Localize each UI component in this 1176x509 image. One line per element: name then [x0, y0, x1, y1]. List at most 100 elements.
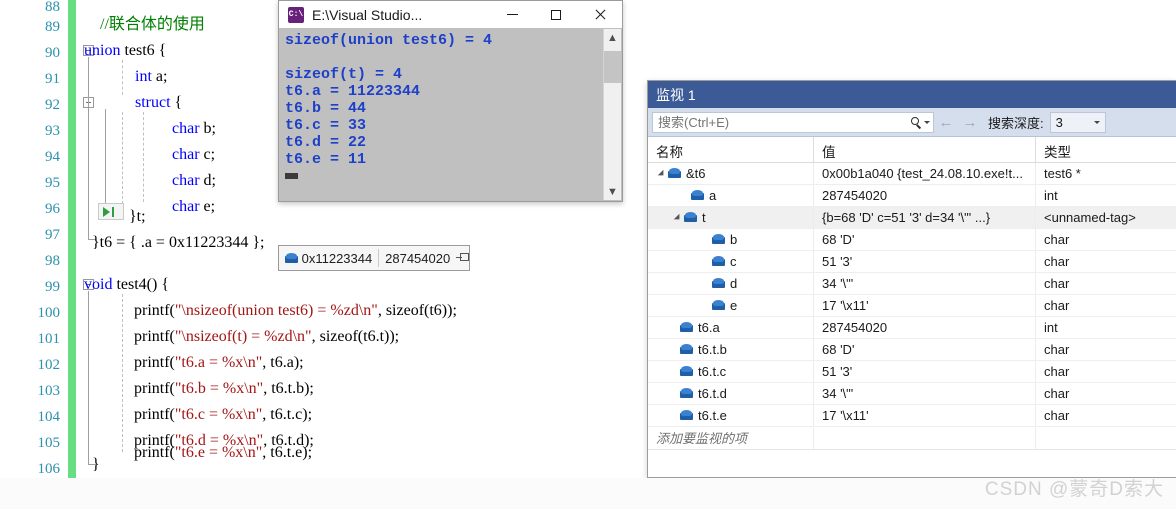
- watch-row-name-cell[interactable]: t6.t.d: [648, 383, 814, 404]
- pin-icon[interactable]: [456, 252, 469, 264]
- code-line-105[interactable]: printf("t6.c = %x\n", t6.t.c);: [134, 402, 312, 428]
- code-line-94[interactable]: char c;: [172, 142, 215, 168]
- console-output[interactable]: sizeof(union test6) = 4 sizeof(t) = 4 t6…: [279, 28, 622, 201]
- watch-row-name-cell[interactable]: a: [648, 185, 814, 206]
- code-line-101[interactable]: printf("\nsizeof(union test6) = %zd\n", …: [134, 298, 457, 324]
- minimize-button[interactable]: [490, 1, 534, 28]
- debugger-datatip[interactable]: 0x11223344 287454020: [278, 245, 470, 271]
- watch-toolbar[interactable]: ← → 搜索深度: 3: [648, 108, 1176, 137]
- column-header-value[interactable]: 值: [814, 137, 1036, 162]
- watch-row-name-cell[interactable]: c: [648, 251, 814, 272]
- variable-cube-icon: [680, 366, 693, 377]
- watch-add-item-value[interactable]: [814, 428, 1036, 449]
- console-output-line: t6.c = 33: [285, 117, 622, 134]
- search-next-button[interactable]: →: [958, 114, 982, 131]
- table-row[interactable]: b 68 'D' char: [648, 229, 1176, 251]
- table-row[interactable]: t6.t.b 68 'D' char: [648, 339, 1176, 361]
- console-titlebar[interactable]: C:\ E:\Visual Studio...: [279, 1, 622, 29]
- code-line-108[interactable]: }: [92, 452, 100, 478]
- watch-row-value[interactable]: 34 '\"': [814, 273, 1036, 294]
- watch-row-name-cell[interactable]: t6.a: [648, 317, 814, 338]
- column-header-type[interactable]: 类型: [1036, 137, 1176, 162]
- console-window[interactable]: C:\ E:\Visual Studio... sizeof(union tes…: [278, 0, 623, 202]
- scroll-up-icon[interactable]: ▲: [604, 29, 621, 46]
- comment-token: //联合体的使用: [100, 16, 205, 33]
- table-row[interactable]: e 17 '\x11' char: [648, 295, 1176, 317]
- watch-row-value[interactable]: 68 'D': [814, 339, 1036, 360]
- variable-cube-icon: [712, 300, 725, 311]
- watch-row-value[interactable]: 17 '\x11': [814, 295, 1036, 316]
- search-input[interactable]: [653, 112, 907, 133]
- expander-icon[interactable]: [672, 207, 684, 228]
- table-row[interactable]: d 34 '\"' char: [648, 273, 1176, 295]
- scroll-down-icon[interactable]: ▼: [604, 183, 621, 200]
- table-row[interactable]: a 287454020 int: [648, 185, 1176, 207]
- watch-row-name: e: [730, 298, 737, 313]
- code-line-91[interactable]: int a;: [135, 64, 167, 90]
- watch-row-value[interactable]: 68 'D': [814, 229, 1036, 250]
- code-line-98[interactable]: }t6 = { .a = 0x11223344 };: [92, 230, 264, 256]
- code-line-93[interactable]: char b;: [172, 116, 216, 142]
- table-row[interactable]: c 51 '3' char: [648, 251, 1176, 273]
- indent-guide-4: [122, 294, 123, 452]
- search-depth-select[interactable]: 3: [1050, 112, 1106, 133]
- search-box[interactable]: [652, 112, 934, 133]
- watch-window-titlebar[interactable]: 监视 1: [648, 81, 1176, 108]
- watch-row-name-cell[interactable]: b: [648, 229, 814, 250]
- code-line-104[interactable]: printf("t6.b = %x\n", t6.t.b);: [134, 376, 314, 402]
- search-icon[interactable]: [911, 117, 922, 128]
- close-button[interactable]: [578, 1, 622, 28]
- call-printf: printf: [134, 406, 170, 423]
- watch-row-name-cell[interactable]: &t6: [648, 163, 814, 184]
- watch-row-value[interactable]: 51 '3': [814, 251, 1036, 272]
- watch-row-value[interactable]: 0x00b1a040 {test_24.08.10.exe!t...: [814, 163, 1036, 184]
- watch-add-item-row[interactable]: 添加要监视的项: [648, 427, 1176, 450]
- search-prev-button[interactable]: ←: [934, 114, 958, 131]
- code-line-90[interactable]: union test6 {: [84, 38, 166, 64]
- chevron-down-icon[interactable]: [1094, 121, 1100, 124]
- table-row[interactable]: t6.t.e 17 '\x11' char: [648, 405, 1176, 427]
- expander-icon[interactable]: [656, 163, 668, 184]
- code-line-103[interactable]: printf("t6.a = %x\n", t6.a);: [134, 350, 304, 376]
- code-line-107[interactable]: printf("t6.e = %x\n", t6.t.e);: [134, 440, 312, 466]
- maximize-button[interactable]: [534, 1, 578, 28]
- column-header-name[interactable]: 名称: [648, 137, 814, 162]
- watch-row-value[interactable]: 17 '\x11': [814, 405, 1036, 426]
- code-line-102[interactable]: printf("\nsizeof(t) = %zd\n", sizeof(t6.…: [134, 324, 399, 350]
- chevron-down-icon[interactable]: [924, 121, 930, 124]
- console-output-line: t6.a = 11223344: [285, 83, 622, 100]
- keyword-char: char: [172, 198, 200, 215]
- code-line-92[interactable]: struct {: [135, 90, 182, 116]
- watch-row-name-cell[interactable]: t6.t.e: [648, 405, 814, 426]
- watch-row-value[interactable]: 51 '3': [814, 361, 1036, 382]
- watch-row-name-cell[interactable]: t6.t.b: [648, 339, 814, 360]
- line-number: 101: [0, 326, 60, 352]
- watch-row-name-cell[interactable]: t6.t.c: [648, 361, 814, 382]
- watch-row-name-cell[interactable]: t: [648, 207, 814, 228]
- line-number: 89: [0, 14, 60, 40]
- watch-row-type: char: [1036, 383, 1176, 404]
- code-line-96[interactable]: char e;: [172, 194, 215, 220]
- table-row[interactable]: t {b=68 'D' c=51 '3' d=34 '\"' ...} <unn…: [648, 207, 1176, 229]
- code-line-95[interactable]: char d;: [172, 168, 216, 194]
- search-icon-group[interactable]: [907, 117, 933, 128]
- watch-row-name-cell[interactable]: d: [648, 273, 814, 294]
- watch-row-value[interactable]: 287454020: [814, 185, 1036, 206]
- table-row[interactable]: t6.t.c 51 '3' char: [648, 361, 1176, 383]
- table-row[interactable]: t6.t.d 34 '\"' char: [648, 383, 1176, 405]
- watch-add-item-placeholder[interactable]: 添加要监视的项: [648, 428, 814, 449]
- watch-row-value[interactable]: 34 '\"': [814, 383, 1036, 404]
- code-line-89[interactable]: //联合体的使用: [100, 12, 205, 38]
- watch-grid-body[interactable]: &t6 0x00b1a040 {test_24.08.10.exe!t... t…: [648, 163, 1176, 450]
- code-line-100[interactable]: void test4() {: [84, 272, 169, 298]
- console-scrollbar[interactable]: ▲ ▼: [603, 29, 621, 200]
- call-args: , sizeof(t6.t));: [312, 328, 400, 345]
- code-line-97[interactable]: }t;: [129, 204, 146, 230]
- watch-window[interactable]: 监视 1 ← → 搜索深度: 3 名称 值 类型 &t6 0x: [647, 80, 1176, 478]
- watch-row-value[interactable]: 287454020: [814, 317, 1036, 338]
- table-row[interactable]: t6.a 287454020 int: [648, 317, 1176, 339]
- watch-row-name-cell[interactable]: e: [648, 295, 814, 316]
- scrollbar-thumb[interactable]: [604, 51, 621, 83]
- table-row[interactable]: &t6 0x00b1a040 {test_24.08.10.exe!t... t…: [648, 163, 1176, 185]
- watch-row-value[interactable]: {b=68 'D' c=51 '3' d=34 '\"' ...}: [814, 207, 1036, 228]
